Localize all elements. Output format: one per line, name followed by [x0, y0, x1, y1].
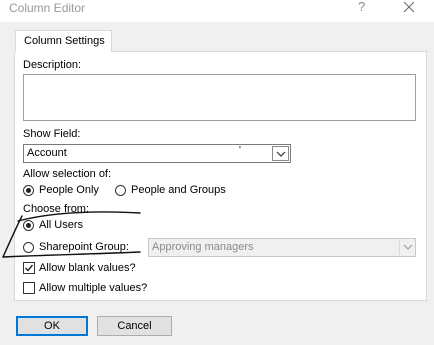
- chevron-down-icon: [276, 151, 286, 157]
- show-field-dropdown[interactable]: Account ': [23, 144, 291, 163]
- allow-blank-checkbox[interactable]: [23, 262, 35, 274]
- tab-column-settings[interactable]: Column Settings: [15, 30, 112, 52]
- sharepoint-group-value: Approving managers: [152, 241, 254, 253]
- radio-sharepoint-group[interactable]: [23, 242, 34, 253]
- radio-people-and-groups[interactable]: [115, 185, 126, 196]
- choose-from-label: Choose from:: [23, 203, 90, 215]
- allow-selection-label: Allow selection of:: [23, 168, 112, 180]
- allow-multiple-checkbox[interactable]: [23, 282, 35, 294]
- sharepoint-group-dropdown-button[interactable]: [399, 240, 415, 255]
- description-label: Description:: [23, 59, 82, 71]
- show-field-marker: ': [239, 145, 241, 156]
- window-title: Column Editor: [9, 1, 86, 15]
- radio-people-and-groups-label[interactable]: People and Groups: [131, 184, 226, 197]
- allow-multiple-label[interactable]: Allow multiple values?: [39, 282, 147, 295]
- radio-people-only-label[interactable]: People Only: [39, 184, 99, 197]
- tab-label: Column Settings: [24, 35, 105, 47]
- ok-button[interactable]: OK: [16, 316, 88, 336]
- show-field-value: Account: [27, 147, 67, 159]
- title-bar: Column Editor ?: [0, 0, 434, 22]
- radio-people-only[interactable]: [23, 185, 34, 196]
- sharepoint-group-dropdown[interactable]: Approving managers: [148, 238, 416, 257]
- checkmark-icon: [25, 264, 34, 272]
- description-field[interactable]: [23, 74, 416, 121]
- allow-blank-label[interactable]: Allow blank values?: [39, 262, 136, 275]
- radio-sharepoint-group-label[interactable]: Sharepoint Group:: [39, 241, 129, 254]
- radio-all-users[interactable]: [23, 220, 34, 231]
- radio-all-users-label[interactable]: All Users: [39, 219, 83, 232]
- show-field-dropdown-button[interactable]: [272, 146, 289, 161]
- chevron-down-icon: [403, 244, 413, 250]
- show-field-label: Show Field:: [23, 128, 81, 140]
- close-icon[interactable]: [398, 0, 420, 17]
- help-icon[interactable]: ?: [358, 0, 365, 15]
- cancel-button[interactable]: Cancel: [97, 316, 172, 336]
